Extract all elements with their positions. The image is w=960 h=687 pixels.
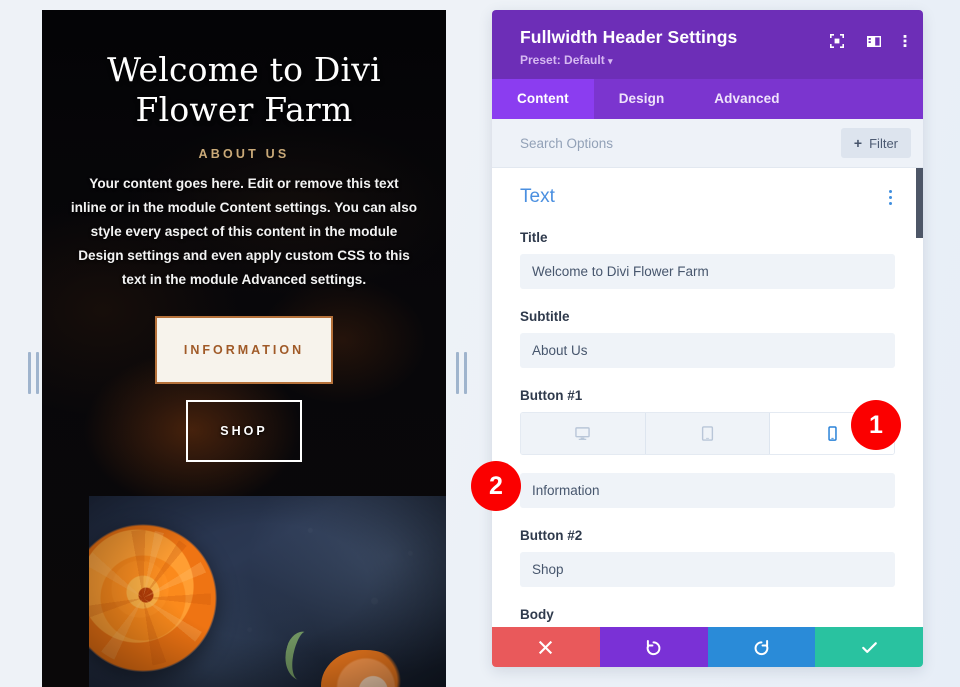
chevron-down-icon: ▾ bbox=[608, 56, 613, 66]
body-field-label: Body bbox=[520, 607, 554, 622]
redo-icon bbox=[754, 639, 769, 655]
tab-advanced[interactable]: Advanced bbox=[689, 79, 804, 119]
hero-body-text: Your content goes here. Edit or remove t… bbox=[70, 176, 418, 287]
device-toggle-tablet[interactable] bbox=[645, 413, 771, 454]
layout-panel-icon[interactable] bbox=[866, 33, 882, 49]
subtitle-field-label: Subtitle bbox=[520, 309, 570, 324]
phone-icon bbox=[827, 426, 837, 441]
preset-selector[interactable]: Preset: Default ▾ bbox=[520, 53, 903, 67]
preview-inner: Welcome to Divi Flower Farm About Us You… bbox=[42, 10, 446, 687]
flower-photo bbox=[89, 496, 446, 687]
plus-icon: + bbox=[853, 135, 863, 151]
resize-handle-right[interactable] bbox=[448, 346, 474, 400]
annotation-badge-2: 2 bbox=[471, 461, 521, 511]
photo-vignette bbox=[89, 496, 446, 687]
button2-field-group: Button #2 bbox=[520, 528, 895, 587]
module-settings-panel: Fullwidth Header Settings Preset: Defaul… bbox=[492, 10, 923, 667]
focus-icon[interactable] bbox=[829, 33, 845, 49]
desktop-icon bbox=[575, 427, 591, 440]
button2-field-label: Button #2 bbox=[520, 528, 583, 543]
more-options-icon[interactable] bbox=[903, 33, 907, 49]
preset-label: Preset: Default bbox=[520, 53, 605, 67]
title-field-label: Title bbox=[520, 230, 548, 245]
handle-bar bbox=[27, 352, 31, 394]
device-toggle-desktop[interactable] bbox=[521, 413, 646, 454]
close-icon bbox=[539, 640, 553, 654]
check-icon bbox=[861, 641, 877, 653]
kebab-dot bbox=[889, 189, 892, 193]
screen-root: Welcome to Divi Flower Farm About Us You… bbox=[0, 0, 960, 687]
kebab-dot bbox=[889, 195, 892, 199]
button1-field-group: Button #1 bbox=[520, 388, 895, 508]
handle-bar bbox=[463, 352, 467, 394]
save-button[interactable] bbox=[815, 627, 923, 667]
undo-button[interactable] bbox=[599, 627, 708, 667]
panel-scroll-content: Text Title Subtitle Button #1 bbox=[492, 168, 923, 627]
redo-button[interactable] bbox=[707, 627, 816, 667]
text-section-header: Text bbox=[520, 186, 895, 208]
hero-button-information[interactable]: Information bbox=[154, 316, 334, 384]
resize-handle-left[interactable] bbox=[20, 346, 46, 400]
hero-buttons: Information Shop bbox=[64, 316, 424, 462]
subtitle-field[interactable] bbox=[520, 333, 895, 368]
section-title-text[interactable]: Text bbox=[520, 186, 555, 208]
tablet-icon bbox=[701, 426, 714, 441]
cancel-button[interactable] bbox=[492, 627, 600, 667]
hero-subtitle: About Us bbox=[198, 147, 290, 161]
button1-field-label: Button #1 bbox=[520, 388, 583, 403]
panel-header: Fullwidth Header Settings Preset: Defaul… bbox=[492, 10, 923, 79]
panel-tabs: Content Design Advanced bbox=[492, 79, 923, 119]
tab-content[interactable]: Content bbox=[492, 79, 594, 119]
title-field-group: Title bbox=[520, 230, 895, 289]
body-field-group: Body bbox=[520, 607, 895, 622]
button2-text-field[interactable] bbox=[520, 552, 895, 587]
search-input[interactable] bbox=[520, 135, 841, 151]
handle-bar bbox=[35, 352, 39, 394]
handle-bar bbox=[455, 352, 459, 394]
website-preview-canvas[interactable]: Welcome to Divi Flower Farm About Us You… bbox=[42, 10, 446, 687]
panel-footer bbox=[492, 627, 923, 667]
subtitle-field-group: Subtitle bbox=[520, 309, 895, 368]
annotation-badge-1: 1 bbox=[851, 400, 901, 450]
search-bar: + Filter bbox=[492, 119, 923, 168]
tab-design[interactable]: Design bbox=[594, 79, 690, 119]
responsive-device-toggle bbox=[520, 412, 895, 455]
button1-text-field[interactable] bbox=[520, 473, 895, 508]
undo-icon bbox=[646, 639, 661, 655]
section-options-icon[interactable] bbox=[886, 187, 895, 208]
filter-button-label: Filter bbox=[869, 135, 898, 151]
fullwidth-header-module[interactable]: Welcome to Divi Flower Farm About Us You… bbox=[42, 10, 446, 462]
panel-scrollbar[interactable] bbox=[916, 168, 923, 238]
kebab-dot bbox=[889, 201, 892, 205]
hero-title: Welcome to Divi Flower Farm bbox=[107, 50, 381, 129]
filter-button[interactable]: + Filter bbox=[840, 128, 911, 158]
panel-header-icons bbox=[829, 33, 907, 49]
title-field[interactable] bbox=[520, 254, 895, 289]
hero-button-shop[interactable]: Shop bbox=[186, 400, 302, 462]
panel-body: Text Title Subtitle Button #1 bbox=[492, 168, 923, 627]
